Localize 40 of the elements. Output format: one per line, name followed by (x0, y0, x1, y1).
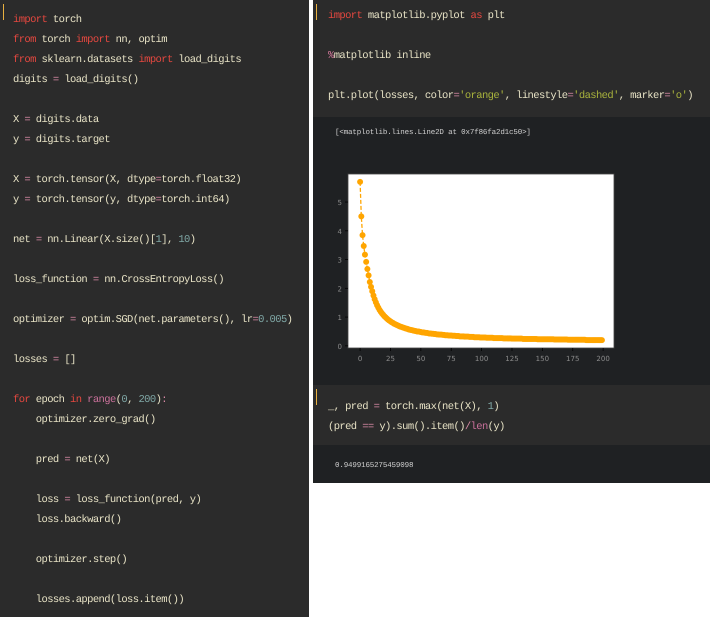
code-line: digits = load_digits() (13, 73, 140, 88)
code-line: import torch (13, 13, 82, 28)
code-line: losses = [] (13, 353, 77, 368)
data-point (360, 243, 367, 250)
tick-mark (344, 259, 348, 260)
data-point (357, 178, 364, 185)
code-line: y = digits.target (13, 133, 111, 148)
tick-mark (344, 230, 348, 232)
code-line: import matplotlib.pyplot as plt (328, 9, 506, 24)
code-line: pred = net(X) (34, 453, 111, 468)
code-line: net = nn.Linear(X.size()[1], 10) (13, 233, 196, 248)
code-line: optimizer.zero_grad() (34, 413, 157, 428)
code-line: losses.append(loss.item()) (34, 593, 186, 608)
code-line: (pred == y).sum().item()/len(y) (328, 420, 506, 435)
code-line: optimizer.step() (34, 553, 128, 568)
tick-mark (602, 348, 604, 352)
data-point (360, 232, 366, 238)
data-point (598, 337, 605, 344)
tick-mark (481, 348, 482, 352)
code-line: optimizer = optim.SGD(net.parameters(), lr=0.005) (13, 313, 294, 328)
code-line: loss = loss_function(pred, y) (34, 493, 202, 508)
code-line: y = torch.tensor(y, dtype=torch.int64) (13, 193, 231, 208)
code-line: for epoch in range(0, 200): (13, 393, 168, 408)
code-line: _, pred = torch.max(net(X), 1) (328, 400, 500, 415)
code-line: X = torch.tensor(X, dtype=torch.float32) (13, 173, 242, 188)
code-line: %matplotlib inline (328, 49, 432, 64)
code-line: X = digits.data (13, 113, 100, 128)
tick-mark (344, 345, 348, 346)
tick-mark (420, 348, 422, 352)
tick-mark (542, 348, 543, 352)
code-line: loss.backward() (34, 513, 122, 528)
tick-mark (344, 288, 348, 289)
code-line: loss_function = nn.CrossEntropyLoss() (13, 273, 225, 288)
tick-mark (450, 348, 452, 352)
code-line: from sklearn.datasets import load_digits (13, 53, 242, 68)
tick-mark (344, 316, 348, 318)
data-point (358, 213, 364, 220)
code-line: plt.plot(losses, color='orange', linestyle='dashed', marker='o') (328, 89, 694, 104)
tick-mark (572, 348, 574, 352)
code-line: from torch import nn, optim (13, 33, 168, 48)
